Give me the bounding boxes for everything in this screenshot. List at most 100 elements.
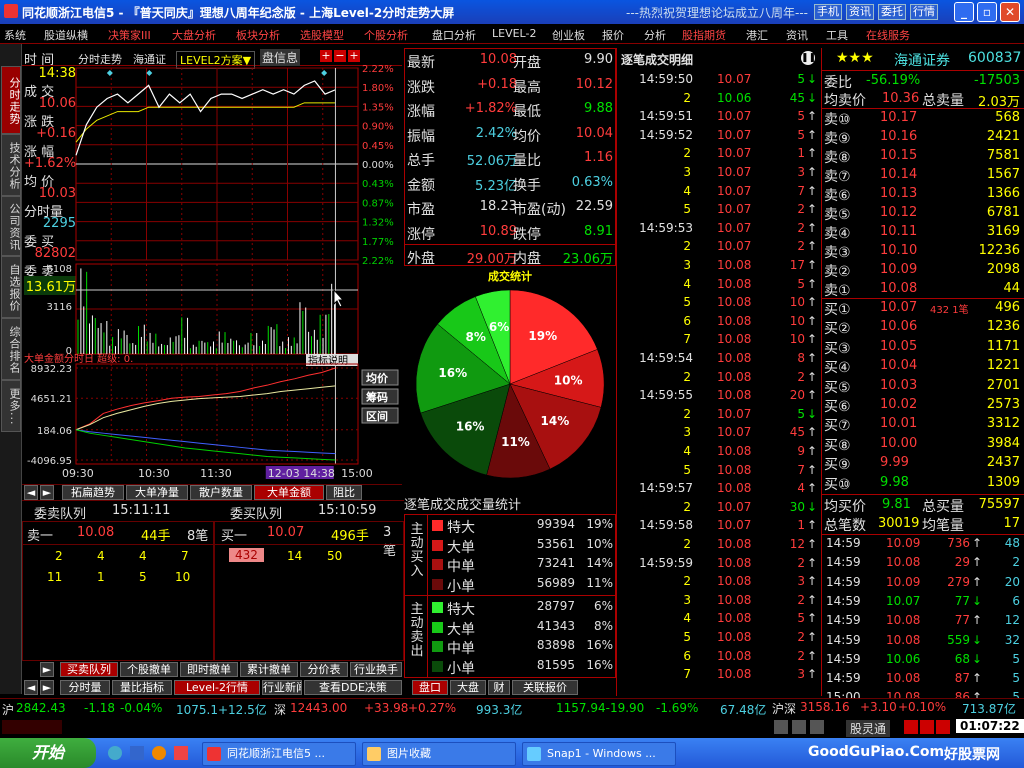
sell-level-price-9: 10.08 — [880, 281, 918, 296]
chart-tab-4[interactable]: 阻比 — [326, 485, 362, 500]
nav-watchlist[interactable]: 自选报价 — [1, 256, 21, 318]
ie-icon[interactable] — [108, 746, 122, 760]
tray-icon-1[interactable] — [774, 720, 788, 734]
tab2-prev-icon[interactable]: ◄ — [24, 680, 38, 695]
desktop-icon[interactable] — [130, 746, 144, 760]
menu-item-11[interactable]: 分析 — [644, 27, 666, 43]
maximize-button[interactable]: ▫ — [977, 2, 997, 22]
menu-item-4[interactable]: 板块分析 — [236, 27, 280, 43]
mid-tab-2[interactable]: 财 — [488, 680, 510, 695]
tick-up-icon: ↑ — [807, 165, 818, 179]
menu-item-0[interactable]: 系统 — [4, 27, 26, 43]
menu-item-14[interactable]: 资讯 — [786, 27, 808, 43]
menu-item-5[interactable]: 选股模型 — [300, 27, 344, 43]
tick-time-4: 2 — [683, 146, 691, 161]
tab1-4[interactable]: 分价表 — [300, 662, 348, 677]
ratio-diff: -17503 — [973, 73, 1020, 88]
chart-tab-3[interactable]: 大单金额 — [254, 485, 324, 500]
price-axis-label: 1.80% — [362, 83, 394, 94]
stock-link-button[interactable]: 股灵通 — [846, 720, 891, 737]
tick-time-12: 5 — [683, 295, 691, 310]
chart-tab-2[interactable]: 散户数量 — [190, 485, 252, 500]
tab2-2[interactable]: Level-2行情 — [174, 680, 260, 695]
info-icon[interactable] — [936, 720, 950, 734]
nav-ranking[interactable]: 综合排名 — [1, 318, 21, 380]
alert-icon[interactable] — [904, 720, 918, 734]
menu-item-10[interactable]: 报价 — [602, 27, 624, 43]
menu-item-9[interactable]: 创业板 — [552, 27, 585, 43]
taskbar-item-snap[interactable]: Snap1 - Windows ... — [522, 742, 676, 766]
tab1-scroll-icon[interactable]: ► — [40, 662, 54, 677]
trade-vol-0: 736 — [947, 536, 970, 550]
zoom-out-icon[interactable]: − — [334, 50, 346, 62]
warn-icon[interactable] — [920, 720, 934, 734]
tick-up-icon: ↑ — [807, 109, 818, 124]
nav-company[interactable]: 公司资讯 — [1, 196, 21, 256]
mid-tab-1[interactable]: 大盘 — [450, 680, 486, 695]
menu-item-15[interactable]: 工具 — [826, 27, 848, 43]
firefox-icon[interactable] — [152, 746, 166, 760]
tick-time-23: 2 — [683, 499, 691, 514]
menu-item-13[interactable]: 港汇 — [746, 27, 768, 43]
tab2-3[interactable]: 行业新闻 — [262, 680, 302, 695]
app-icon — [4, 4, 18, 18]
mid-tab-0[interactable]: 盘口 — [412, 680, 448, 695]
menu-item-2[interactable]: 决策家III — [108, 27, 151, 43]
tab2-4[interactable]: 查看DDE决策 — [304, 680, 402, 695]
tab1-1[interactable]: 个股撤单 — [120, 662, 178, 677]
tick-time-28: 3 — [683, 592, 691, 607]
sell-q-0-3: 7 — [181, 549, 189, 563]
menu-item-3[interactable]: 大盘分析 — [172, 27, 216, 43]
tray-icon-3[interactable] — [810, 720, 824, 734]
chart-next-icon[interactable]: ► — [40, 485, 54, 500]
chart-prev-icon[interactable]: ◄ — [24, 485, 38, 500]
start-button[interactable]: 开始 — [0, 738, 96, 768]
menu-item-12[interactable]: 股指期货 — [682, 27, 726, 43]
chart-tab-1[interactable]: 大单净量 — [126, 485, 188, 500]
stats-type-5: 大单 — [447, 621, 475, 638]
tab1-5[interactable]: 行业换手 — [350, 662, 402, 677]
mobile-button[interactable]: 手机 — [814, 4, 842, 20]
quote-value-1: +0.18 — [477, 76, 517, 92]
news-button[interactable]: 资讯 — [846, 4, 874, 20]
nav-intraday[interactable]: 分时走势 — [1, 66, 21, 134]
taskbar-item-pictures[interactable]: 图片收藏 — [362, 742, 516, 766]
nav-technical[interactable]: 技术分析 — [1, 134, 21, 196]
trade-time-1: 14:59 — [826, 555, 861, 570]
stats-swatch-0 — [432, 520, 443, 531]
menu-item-8[interactable]: LEVEL-2 — [492, 27, 536, 40]
trade-time-0: 14:59 — [826, 536, 861, 550]
add-icon[interactable]: + — [348, 50, 360, 62]
menu-item-1[interactable]: 股道纵横 — [44, 27, 88, 43]
trade-vol-4: 77 — [954, 613, 970, 628]
tab2-0[interactable]: 分时量 — [60, 680, 110, 695]
nav-more[interactable]: 更多... — [1, 380, 21, 432]
buy-q-0-1: 14 — [287, 549, 303, 563]
pause-icon[interactable]: ❚❚ — [801, 51, 816, 65]
tab2-1[interactable]: 量比指标 — [112, 680, 172, 695]
zoom-in-icon[interactable]: + — [320, 50, 332, 62]
tray-icon-2[interactable] — [792, 720, 806, 734]
tab1-2[interactable]: 即时撤单 — [180, 662, 238, 677]
quote-label-1: 涨跌 — [407, 79, 435, 96]
intraday-chart[interactable]: 2.22% 1.80% 1.35% 0.90% 0.45% 0.00% 0.43% 0.87%… — [22, 64, 402, 484]
menu-item-16[interactable]: 在线服务 — [866, 27, 910, 43]
close-button[interactable]: ✕ — [1000, 2, 1020, 22]
order-button[interactable]: 委托 — [878, 4, 906, 20]
tab1-0[interactable]: 买卖队列 — [60, 662, 118, 677]
tab2-next-icon[interactable]: ► — [40, 680, 54, 695]
menu-item-7[interactable]: 盘口分析 — [432, 27, 476, 43]
menu-item-6[interactable]: 个股分析 — [364, 27, 408, 43]
stats-vol-7: 81595 — [536, 657, 575, 672]
chart-tab-0[interactable]: 拓扁趋势 — [62, 485, 124, 500]
taskbar-item-app[interactable]: 同花顺浙江电信5 ... — [202, 742, 356, 766]
trade-vol-5: 559 — [947, 632, 970, 647]
tab1-3[interactable]: 累计撤单 — [240, 662, 298, 677]
pie-title: 成交统计 — [488, 270, 532, 283]
quote-button[interactable]: 行情 — [910, 4, 938, 20]
app-quick-icon[interactable] — [174, 746, 188, 760]
quote-value2-1: 10.12 — [575, 76, 613, 92]
minimize-button[interactable]: _ — [954, 2, 974, 22]
sell1-count: 8笔 — [187, 529, 209, 544]
mid-tab-3[interactable]: 关联报价 — [512, 680, 578, 695]
